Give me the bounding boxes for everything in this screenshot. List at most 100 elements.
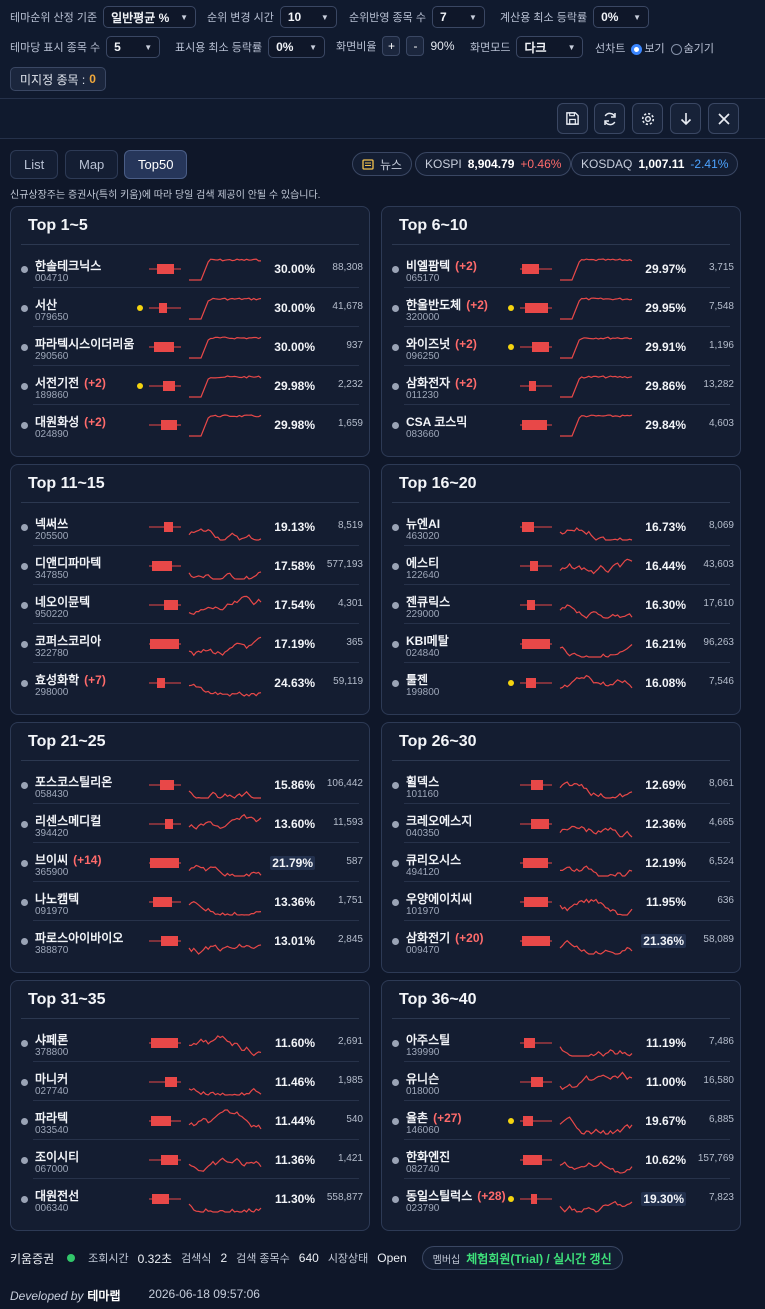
stock-row[interactable]: 샤페론 378800 11.60% 2,691 [11, 1024, 371, 1062]
refresh-button[interactable] [594, 103, 625, 134]
sparkline-chart [559, 781, 633, 799]
stock-row[interactable]: 넥써쓰 205500 19.13% 8,519 [11, 508, 371, 546]
stock-row[interactable]: 율촌 (+27) 146060 19.67% 6,885 [382, 1102, 742, 1140]
stock-code: 347850 [35, 570, 69, 581]
arrow-down-icon [680, 112, 691, 125]
candle-body [150, 858, 179, 868]
row-divider [404, 842, 730, 843]
stock-name: 효성화학 [35, 673, 80, 687]
change-percent: 17.19% [274, 637, 315, 651]
rank-stock-count-select[interactable]: 7 ▼ [431, 6, 485, 28]
stock-row[interactable]: 와이즈넛 (+2) 096250 29.91% 1,196 [382, 328, 742, 366]
screen-mode-select[interactable]: 다크 ▼ [516, 36, 584, 58]
stock-row[interactable]: 툴젠 199800 16.08% 7,546 [382, 664, 742, 702]
save-button[interactable] [557, 103, 588, 134]
settings-button[interactable] [632, 103, 663, 134]
stock-row[interactable]: 한솔테크닉스 004710 30.00% 88,308 [11, 250, 371, 288]
row-divider [33, 920, 359, 921]
candle-chart [149, 819, 181, 829]
stock-row[interactable]: 아주스틸 139990 11.19% 7,486 [382, 1024, 742, 1062]
stock-row[interactable]: 파로스아이바이오 388870 13.01% 2,845 [11, 922, 371, 960]
stock-row[interactable]: 한화엔진 082740 10.62% 157,769 [382, 1141, 742, 1179]
stock-row[interactable]: 포스코스틸리온 058430 15.86% 106,442 [11, 766, 371, 804]
zoom-out-button[interactable]: - [406, 36, 425, 56]
change-percent: 13.01% [274, 934, 315, 948]
candle-chart [520, 381, 552, 391]
stock-code: 079650 [35, 312, 69, 323]
status-dot [392, 344, 399, 351]
per-theme-count-select[interactable]: 5 ▼ [106, 36, 161, 58]
screen-mode-label: 화면모드 [470, 42, 511, 54]
stock-row[interactable]: 뉴엔AI 463020 16.73% 8,069 [382, 508, 742, 546]
stock-row[interactable]: 서산 079650 30.00% 41,678 [11, 289, 371, 327]
rank-change-time-select[interactable]: 10 ▼ [279, 6, 337, 28]
tab-top50[interactable]: Top50 [124, 150, 188, 179]
stock-row[interactable]: 파라텍 033540 11.44% 540 [11, 1102, 371, 1140]
stock-row[interactable]: 젠큐릭스 229000 16.30% 17,610 [382, 586, 742, 624]
display-min-rise-select[interactable]: 0% ▼ [268, 36, 326, 58]
rank-change-time-value: 10 [287, 10, 302, 24]
stock-row[interactable]: 마니커 027740 11.46% 1,985 [11, 1063, 371, 1101]
stock-name: 삼화전자 [406, 376, 451, 390]
download-button[interactable] [670, 103, 701, 134]
display-min-rise-value: 0% [276, 40, 294, 54]
change-percent: 10.62% [645, 1153, 686, 1167]
show-radio[interactable]: 보기 [631, 40, 665, 56]
stock-row[interactable]: 조이시티 067000 11.36% 1,421 [11, 1141, 371, 1179]
candle-body [531, 780, 543, 790]
candle-body [161, 420, 177, 430]
stock-row[interactable]: 파라텍시스이더리움 290560 30.00% 937 [11, 328, 371, 366]
sparkline-chart [188, 1203, 262, 1213]
stock-row[interactable]: 큐리오시스 494120 12.19% 6,524 [382, 844, 742, 882]
stock-row[interactable]: 에스티 122640 16.44% 43,603 [382, 547, 742, 585]
stock-row[interactable]: 디앤디파마텍 347850 17.58% 577,193 [11, 547, 371, 585]
calc-min-rise-select[interactable]: 0% ▼ [593, 6, 650, 28]
status-dot [21, 422, 28, 429]
chevron-down-icon: ▼ [309, 42, 318, 52]
stock-row[interactable]: 나노캠텍 091970 13.36% 1,751 [11, 883, 371, 921]
stock-name: 나노캠텍 [35, 892, 80, 906]
stock-row[interactable]: 대원전선 006340 11.30% 558,877 [11, 1180, 371, 1218]
stock-row[interactable]: 코퍼스코리아 322780 17.19% 365 [11, 625, 371, 663]
stock-row[interactable]: 동일스틸럭스 (+28) 023790 19.30% 7,823 [382, 1180, 742, 1218]
stock-row[interactable]: 삼화전기 (+20) 009470 21.36% 58,089 [382, 922, 742, 960]
candle-body [522, 420, 547, 430]
status-dot [392, 680, 399, 687]
news-button[interactable]: 뉴스 [352, 152, 413, 176]
close-button[interactable] [708, 103, 739, 134]
stock-row[interactable]: 크레오에스지 040350 12.36% 4,665 [382, 805, 742, 843]
hide-radio[interactable]: 숨기기 [670, 40, 714, 56]
stock-row[interactable]: 브이씨 (+14) 365900 21.79% 587 [11, 844, 371, 882]
divider [21, 502, 359, 503]
stock-row[interactable]: KBI메탈 024840 16.21% 96,263 [382, 625, 742, 663]
stock-row[interactable]: 비엘팜텍 (+2) 065170 29.97% 3,715 [382, 250, 742, 288]
panel-title: Top 6~10 [399, 217, 468, 234]
change-percent: 13.36% [274, 895, 315, 909]
stock-row[interactable]: 대원화성 (+2) 024890 29.98% 1,659 [11, 406, 371, 444]
divider [21, 760, 359, 761]
stock-row[interactable]: 삼화전자 (+2) 011230 29.86% 13,282 [382, 367, 742, 405]
stock-row[interactable]: 서전기전 (+2) 189860 29.98% 2,232 [11, 367, 371, 405]
stock-row[interactable]: 유니슨 018000 11.00% 16,580 [382, 1063, 742, 1101]
volume: 6,885 [708, 1114, 734, 1125]
tab-map[interactable]: Map [65, 150, 119, 179]
theme-rank-basis-select[interactable]: 일반평균 % ▼ [103, 6, 197, 28]
stock-name-wrap: 서산 [35, 296, 57, 313]
stock-name-wrap: 브이씨 (+14) [35, 851, 101, 868]
stock-row[interactable]: 효성화학 (+7) 298000 24.63% 59,119 [11, 664, 371, 702]
stock-code: 229000 [406, 609, 440, 620]
tab-list[interactable]: List [10, 150, 59, 179]
stock-row[interactable]: 한울반도체 (+2) 320000 29.95% 7,548 [382, 289, 742, 327]
stock-row[interactable]: 네오이뮨텍 950220 17.54% 4,301 [11, 586, 371, 624]
candle-chart [520, 678, 552, 688]
stock-row[interactable]: 휠덱스 101160 12.69% 8,061 [382, 766, 742, 804]
rank-change-badge: (+27) [433, 1111, 462, 1125]
stock-row[interactable]: CSA 코스믹 083660 29.84% 4,603 [382, 406, 742, 444]
stock-row[interactable]: 우양에이치씨 101970 11.95% 636 [382, 883, 742, 921]
change-percent: 29.98% [274, 379, 315, 393]
zoom-in-button[interactable]: + [382, 36, 401, 56]
stock-row[interactable]: 리센스메디컬 394420 13.60% 11,593 [11, 805, 371, 843]
stock-name-wrap: 한솔테크닉스 [35, 257, 101, 274]
unassigned-stocks-button[interactable]: 미지정 종목 : 0 [10, 67, 106, 91]
sparkline-path [188, 1157, 262, 1172]
